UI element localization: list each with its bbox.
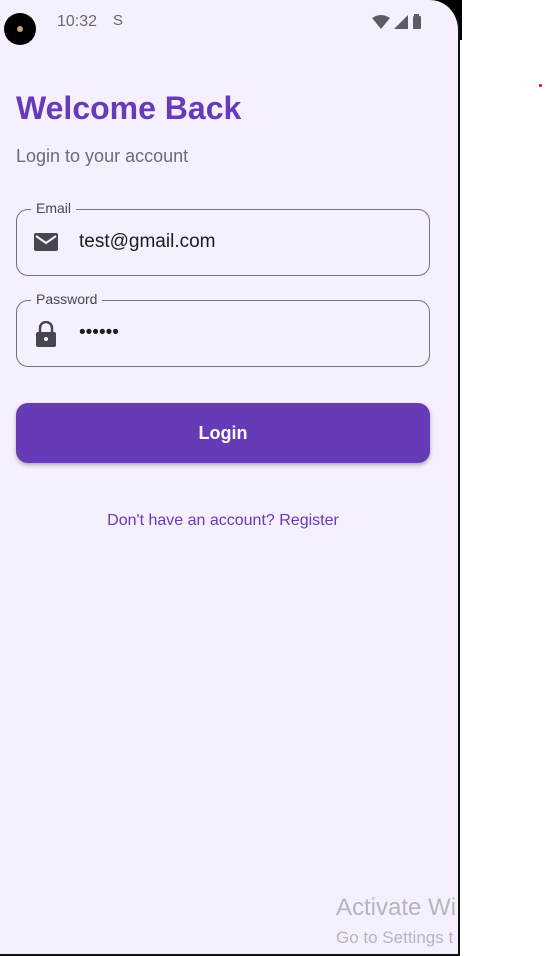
email-field[interactable]: Email test@gmail.com [16,200,430,276]
wifi-icon [372,14,390,29]
email-label: Email [31,200,77,216]
email-input[interactable]: test@gmail.com [79,231,216,253]
status-icons [372,14,422,29]
status-bar: 10:32 S [0,10,458,45]
status-time: 10:32 [57,13,98,30]
battery-icon [413,14,421,29]
password-field[interactable]: Password •••••• [16,291,430,367]
lock-icon [36,321,56,347]
register-link[interactable]: Don't have an account? Register [0,512,446,530]
page-subtitle: Login to your account [16,146,189,166]
password-input[interactable]: •••••• [79,322,119,344]
signal-icon [394,14,408,29]
password-label: Password [31,291,103,307]
sim-icon: S [113,12,124,29]
mail-icon [34,233,58,251]
activation-watermark-title: Activate Wi [336,894,457,921]
red-dot [539,84,542,87]
page-title: Welcome Back [16,90,242,126]
login-button[interactable]: Login [16,403,430,463]
activation-watermark-subtitle: Go to Settings t [336,928,454,947]
phone-screen: 10:32 S Welcome Back Login to your accou… [0,0,460,956]
camera-cutout [4,13,36,45]
